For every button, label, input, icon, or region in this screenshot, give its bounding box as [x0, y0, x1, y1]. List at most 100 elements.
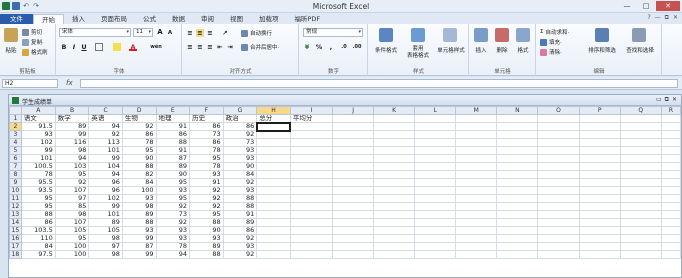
cell-k18[interactable] [373, 250, 416, 259]
cell-l17[interactable] [414, 242, 457, 251]
cell-p8[interactable] [578, 170, 621, 179]
cell-e18[interactable]: 94 [155, 250, 191, 259]
cell-n6[interactable] [496, 154, 539, 163]
cell-q8[interactable] [619, 170, 662, 179]
cell-c6[interactable]: 99 [88, 154, 123, 163]
cell-i14[interactable] [289, 218, 334, 227]
cell-g4[interactable]: 73 [222, 138, 258, 147]
row-header[interactable]: 6 [9, 154, 22, 163]
cell-q9[interactable] [619, 178, 662, 187]
cell-j12[interactable] [332, 202, 375, 211]
clear-button[interactable]: 清除· [540, 48, 562, 56]
row-header[interactable]: 7 [9, 162, 22, 171]
row-header[interactable]: 13 [9, 210, 22, 219]
ribbon-close-icon[interactable]: ✕ [673, 14, 678, 22]
delete-cells-icon[interactable] [495, 28, 509, 42]
cell-e14[interactable]: 92 [155, 218, 191, 227]
cell-d2[interactable]: 92 [121, 122, 157, 131]
border-icon[interactable] [95, 43, 103, 51]
row-header[interactable]: 18 [9, 250, 22, 259]
cell-m8[interactable] [455, 170, 498, 179]
cell-n2[interactable] [496, 122, 539, 131]
cell-i10[interactable] [289, 186, 334, 195]
cell-p12[interactable] [578, 202, 621, 211]
cell-n12[interactable] [496, 202, 539, 211]
cell-r11[interactable] [660, 194, 681, 203]
cell-n8[interactable] [496, 170, 539, 179]
select-all-corner[interactable] [9, 106, 22, 115]
row-header[interactable]: 10 [9, 186, 22, 195]
cell-i5[interactable] [289, 146, 334, 155]
cell-l1[interactable] [414, 114, 457, 123]
cell-k12[interactable] [373, 202, 416, 211]
cell-d16[interactable]: 99 [121, 234, 157, 243]
cell-a13[interactable]: 88 [20, 210, 56, 219]
align-bottom-icon[interactable]: ≡ [206, 29, 214, 37]
tab-review[interactable]: 审阅 [193, 14, 222, 24]
cell-a4[interactable]: 102 [20, 138, 56, 147]
cell-c4[interactable]: 113 [88, 138, 123, 147]
column-header-k[interactable]: K [373, 106, 416, 115]
cell-d1[interactable]: 生物 [121, 114, 157, 123]
cell-q16[interactable] [619, 234, 662, 243]
cell-c8[interactable]: 94 [88, 170, 123, 179]
row-header[interactable]: 11 [9, 194, 22, 203]
cell-c1[interactable]: 英语 [88, 114, 123, 123]
cell-o16[interactable] [537, 234, 580, 243]
conditional-format-button[interactable]: 条件格式 [369, 46, 403, 54]
cell-l5[interactable] [414, 146, 457, 155]
cell-i12[interactable] [289, 202, 334, 211]
cell-d6[interactable]: 90 [121, 154, 157, 163]
cell-r6[interactable] [660, 154, 681, 163]
tab-file[interactable]: 文件 [0, 14, 33, 24]
cell-o8[interactable] [537, 170, 580, 179]
cell-h9[interactable] [256, 178, 291, 187]
workbook-close-button[interactable]: ✕ [672, 96, 677, 104]
cell-d11[interactable]: 93 [121, 194, 157, 203]
cell-a8[interactable]: 78 [20, 170, 56, 179]
copy-button[interactable]: 复制· [22, 38, 44, 46]
cell-i9[interactable] [289, 178, 334, 187]
cell-n18[interactable] [496, 250, 539, 259]
row-header[interactable]: 5 [9, 146, 22, 155]
cell-h14[interactable] [256, 218, 291, 227]
cell-e2[interactable]: 91 [155, 122, 191, 131]
cell-p5[interactable] [578, 146, 621, 155]
cell-f6[interactable]: 95 [189, 154, 224, 163]
cell-i6[interactable] [289, 154, 334, 163]
cell-b9[interactable]: 92 [54, 178, 90, 187]
cell-f8[interactable]: 93 [189, 170, 224, 179]
cell-a9[interactable]: 95.5 [20, 178, 56, 187]
cell-q12[interactable] [619, 202, 662, 211]
cell-n4[interactable] [496, 138, 539, 147]
cell-b2[interactable]: 89 [54, 122, 90, 131]
cell-o15[interactable] [537, 226, 580, 235]
cell-l4[interactable] [414, 138, 457, 147]
cell-k5[interactable] [373, 146, 416, 155]
cell-g2[interactable]: 86 [222, 122, 258, 131]
cell-g12[interactable]: 88 [222, 202, 258, 211]
cell-f16[interactable]: 93 [189, 234, 224, 243]
cell-p4[interactable] [578, 138, 621, 147]
fx-icon[interactable]: fx [66, 79, 73, 87]
cell-k2[interactable] [373, 122, 416, 131]
cell-r2[interactable] [660, 122, 681, 131]
cell-q15[interactable] [619, 226, 662, 235]
cell-m14[interactable] [455, 218, 498, 227]
cell-a16[interactable]: 110 [20, 234, 56, 243]
cell-p2[interactable] [578, 122, 621, 131]
cell-p1[interactable] [578, 114, 621, 123]
cell-n3[interactable] [496, 130, 539, 139]
cell-i11[interactable] [289, 194, 334, 203]
cell-r15[interactable] [660, 226, 681, 235]
cell-b11[interactable]: 97 [54, 194, 90, 203]
column-header-i[interactable]: I [289, 106, 334, 115]
tab-formulas[interactable]: 公式 [135, 14, 164, 24]
align-center-icon[interactable]: ≡ [196, 43, 204, 51]
cell-f11[interactable]: 92 [189, 194, 224, 203]
column-header-f[interactable]: F [189, 106, 224, 115]
font-color-icon[interactable]: A [129, 43, 137, 51]
cell-b5[interactable]: 98 [54, 146, 90, 155]
cell-a7[interactable]: 100.5 [20, 162, 56, 171]
maximize-button[interactable]: □ [637, 1, 655, 11]
